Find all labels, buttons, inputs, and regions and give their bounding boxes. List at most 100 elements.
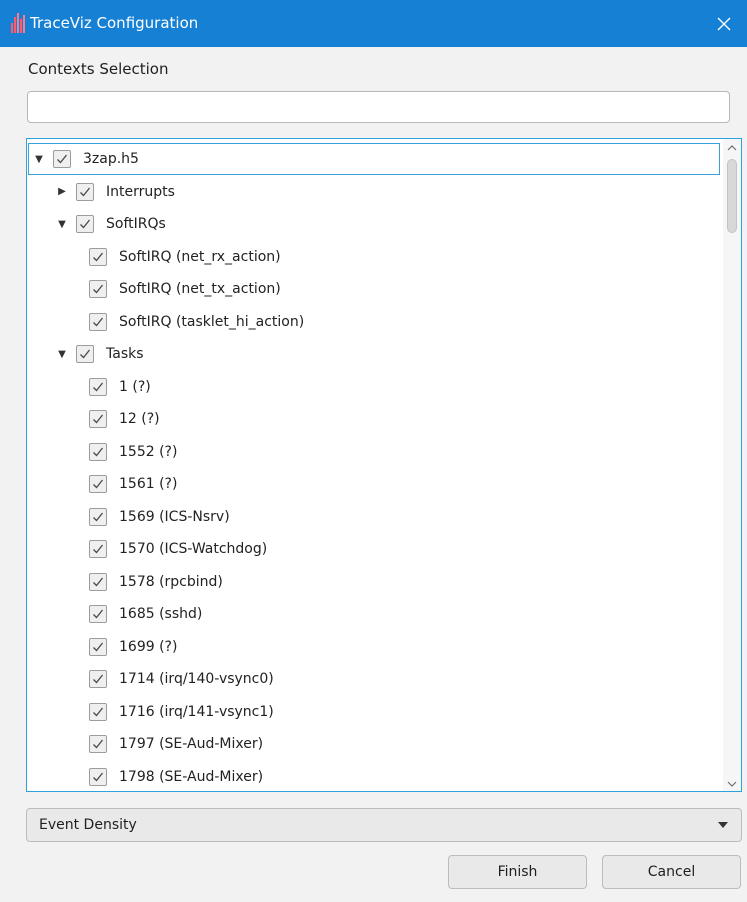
- filter-input[interactable]: [27, 91, 730, 123]
- cancel-button[interactable]: Cancel: [602, 855, 741, 889]
- tree-checkbox[interactable]: [76, 182, 94, 201]
- tree-row[interactable]: ▶ Interrupts: [27, 176, 724, 208]
- tree-row[interactable]: 1699 (?): [27, 631, 724, 663]
- check-icon: [93, 739, 104, 749]
- tree-row-label: 3zap.h5: [83, 151, 139, 167]
- tree-checkbox[interactable]: [53, 150, 71, 168]
- check-icon: [93, 284, 104, 294]
- triangle-down-icon[interactable]: ▼: [34, 153, 44, 165]
- tree-row-label: 1699 (?): [119, 638, 178, 655]
- check-icon: [93, 609, 104, 619]
- tree-checkbox[interactable]: [89, 507, 107, 526]
- check-icon: [93, 479, 104, 489]
- check-icon: [93, 252, 104, 261]
- tree-row[interactable]: 1685 (sshd): [27, 598, 724, 630]
- tree-row[interactable]: 1714 (irq/140-vsync0): [27, 663, 724, 695]
- config-dialog: TraceViz Configuration Contexts Selectio…: [0, 0, 747, 902]
- tree-row-label: 1798 (SE-Aud-Mixer): [119, 768, 264, 785]
- tree-row-label: 1716 (irq/141-vsync1): [119, 703, 274, 720]
- tree-checkbox[interactable]: [89, 377, 107, 396]
- check-icon: [80, 187, 91, 196]
- tree-row-label: 1561 (?): [119, 476, 178, 492]
- tree-row[interactable]: 1716 (irq/141-vsync1): [27, 696, 724, 728]
- check-icon: [93, 382, 104, 391]
- check-icon: [93, 512, 104, 521]
- check-icon: [93, 642, 104, 651]
- close-icon: [717, 17, 731, 30]
- tree-row[interactable]: ▼ SoftIRQs: [27, 208, 724, 240]
- tree-row[interactable]: 1570 (ICS-Watchdog): [27, 533, 724, 565]
- tree-scrollbar[interactable]: [723, 139, 741, 791]
- tree-checkbox[interactable]: [89, 572, 107, 591]
- check-icon: [93, 414, 104, 424]
- tree-checkbox[interactable]: [89, 735, 107, 753]
- check-icon: [57, 154, 68, 164]
- tree-row[interactable]: ▼ 3zap.h5: [28, 143, 720, 175]
- triangle-right-icon[interactable]: ▶: [57, 186, 67, 198]
- triangle-down-icon[interactable]: ▼: [57, 348, 67, 360]
- tree-checkbox[interactable]: [89, 280, 107, 298]
- tree-checkbox[interactable]: [76, 215, 94, 233]
- tree-row[interactable]: 12 (?): [27, 403, 724, 435]
- check-icon: [93, 707, 104, 716]
- caret-down-icon: [718, 822, 728, 828]
- bar-chart-icon: [11, 13, 25, 33]
- tree-row[interactable]: 1797 (SE-Aud-Mixer): [27, 728, 724, 760]
- tree-row-label: SoftIRQ (net_tx_action): [119, 281, 281, 297]
- triangle-down-icon[interactable]: ▼: [57, 218, 67, 230]
- tree-checkbox[interactable]: [76, 345, 94, 363]
- tree-row-label: 1797 (SE-Aud-Mixer): [119, 736, 264, 752]
- tree-row[interactable]: 1578 (rpcbind): [27, 566, 724, 598]
- check-icon: [93, 674, 104, 684]
- tree-row-label: 1578 (rpcbind): [119, 573, 223, 590]
- tree-row-label: 1552 (?): [119, 443, 178, 460]
- scroll-down-arrow-icon[interactable]: [727, 779, 737, 789]
- tree-row-label: Interrupts: [106, 183, 175, 200]
- tree-row-label: SoftIRQ (net_rx_action): [119, 248, 281, 265]
- tree-row[interactable]: 1552 (?): [27, 436, 724, 468]
- close-button[interactable]: [701, 0, 747, 47]
- check-icon: [93, 544, 104, 554]
- tree-checkbox[interactable]: [89, 247, 107, 266]
- finish-button[interactable]: Finish: [448, 855, 587, 889]
- scroll-up-arrow-icon[interactable]: [727, 143, 737, 153]
- tree-row[interactable]: SoftIRQ (net_rx_action): [27, 241, 724, 273]
- tree-checkbox[interactable]: [89, 475, 107, 493]
- tree-checkbox[interactable]: [89, 702, 107, 721]
- tree-row[interactable]: 1798 (SE-Aud-Mixer): [27, 761, 724, 792]
- tree-row-label: 1 (?): [119, 378, 151, 395]
- tree-checkbox[interactable]: [89, 442, 107, 461]
- check-icon: [93, 577, 104, 586]
- tree-checkbox[interactable]: [89, 312, 107, 331]
- tree-row[interactable]: 1 (?): [27, 371, 724, 403]
- view-type-select[interactable]: Event Density: [26, 808, 742, 842]
- tree-row-label: SoftIRQ (tasklet_hi_action): [119, 313, 305, 330]
- tree-checkbox[interactable]: [89, 767, 107, 786]
- tree-checkbox[interactable]: [89, 540, 107, 558]
- check-icon: [93, 447, 104, 456]
- view-type-selected: Event Density: [39, 817, 137, 833]
- tree-row-label: SoftIRQs: [106, 216, 166, 232]
- tree-row[interactable]: SoftIRQ (tasklet_hi_action): [27, 306, 724, 338]
- tree-row[interactable]: SoftIRQ (net_tx_action): [27, 273, 724, 305]
- tree-checkbox[interactable]: [89, 410, 107, 428]
- check-icon: [93, 772, 104, 781]
- check-icon: [93, 317, 104, 326]
- window-title: TraceViz Configuration: [30, 14, 199, 32]
- check-icon: [80, 349, 91, 359]
- tree-row[interactable]: ▼ Tasks: [27, 338, 724, 370]
- tree-row-label: 1685 (sshd): [119, 606, 203, 622]
- tree-row[interactable]: 1569 (ICS-Nsrv): [27, 501, 724, 533]
- tree-checkbox[interactable]: [89, 637, 107, 656]
- tree-checkbox[interactable]: [89, 670, 107, 688]
- context-tree[interactable]: ▼ 3zap.h5 ▶ Interrupts ▼ SoftIRQs SoftIRQ (net…: [26, 138, 742, 792]
- tree-row-label: 1714 (irq/140-vsync0): [119, 671, 274, 687]
- tree-row[interactable]: 1561 (?): [27, 468, 724, 500]
- tree-row-label: Tasks: [106, 346, 144, 362]
- tree-row-label: 12 (?): [119, 411, 160, 427]
- tree-row-label: 1570 (ICS-Watchdog): [119, 541, 268, 557]
- contexts-selection-label: Contexts Selection: [28, 60, 169, 78]
- scroll-thumb[interactable]: [727, 159, 737, 233]
- title-bar: TraceViz Configuration: [0, 0, 747, 47]
- tree-checkbox[interactable]: [89, 605, 107, 623]
